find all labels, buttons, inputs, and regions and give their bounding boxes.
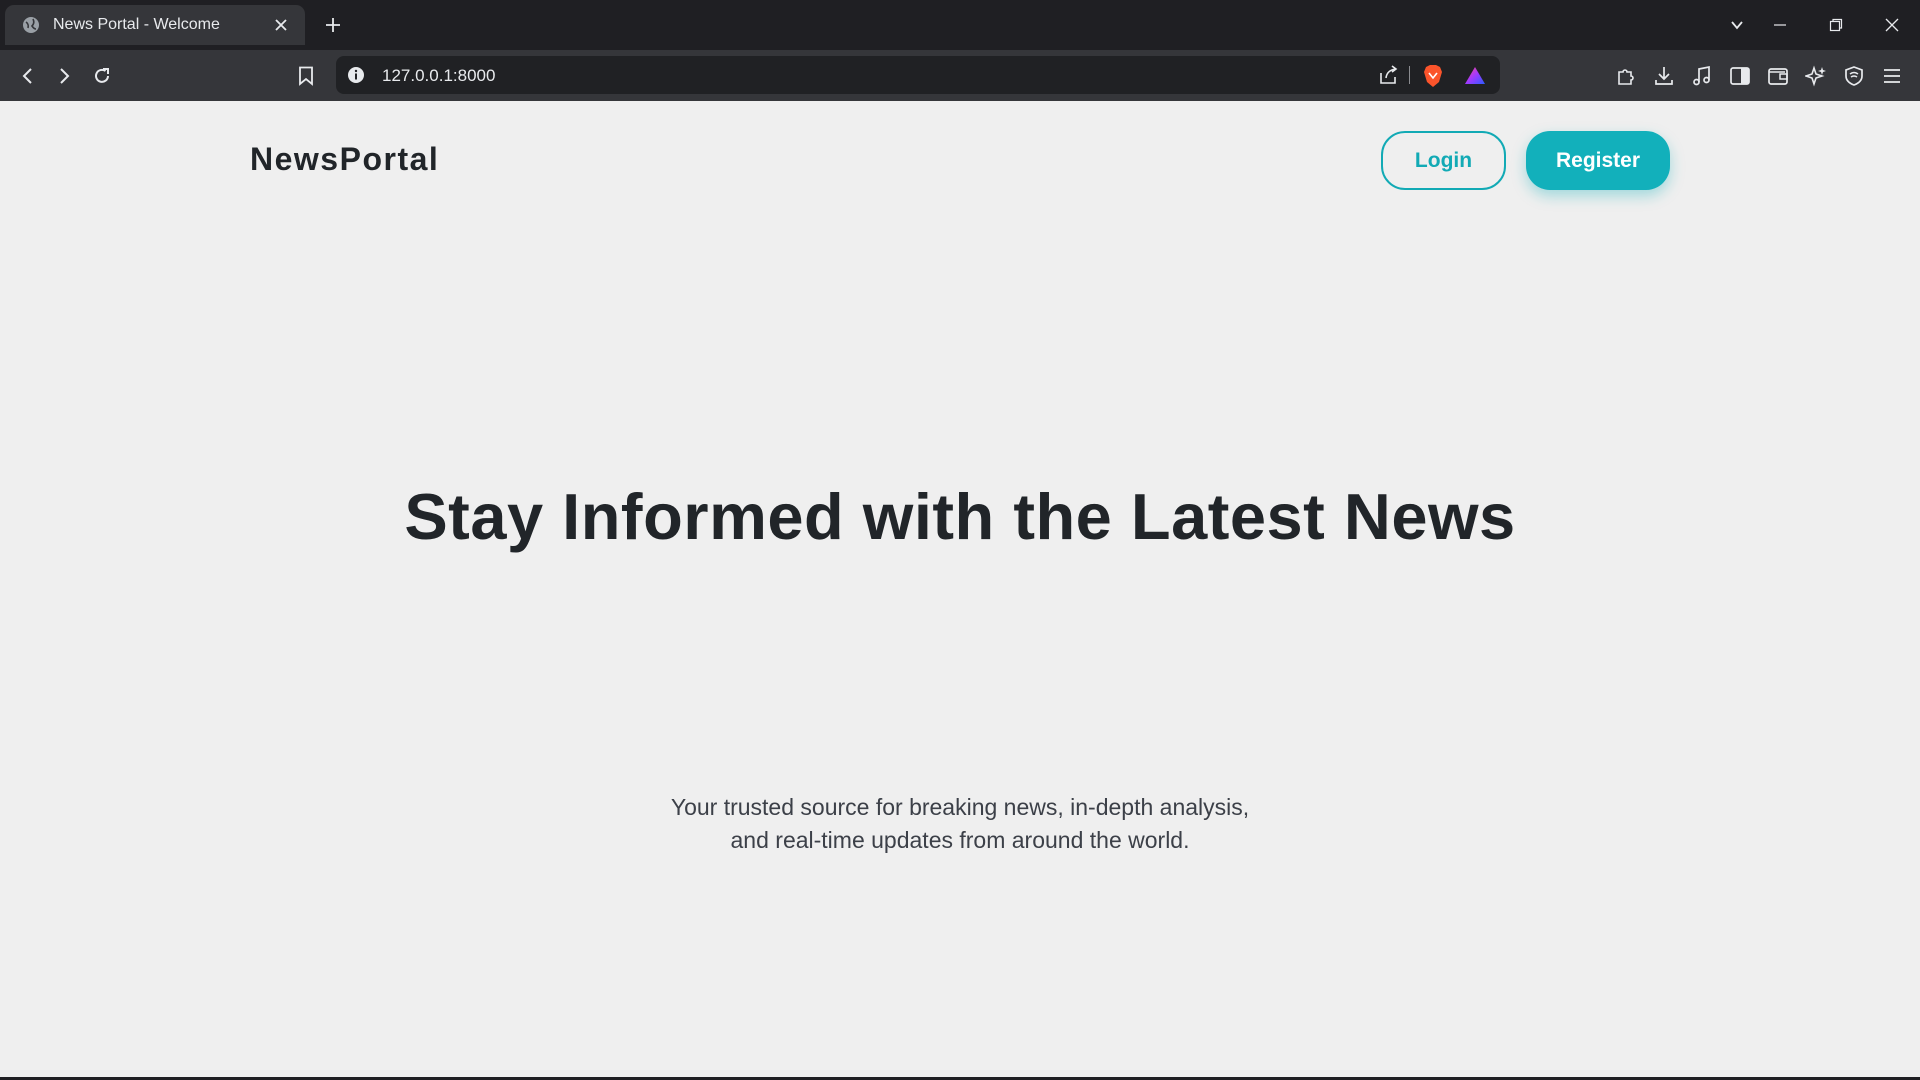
brave-lion-icon[interactable] bbox=[1422, 64, 1444, 88]
menu-icon[interactable] bbox=[1878, 62, 1906, 90]
rewards-triangle-icon[interactable] bbox=[1464, 65, 1486, 87]
tab-strip: News Portal - Welcome bbox=[0, 0, 1920, 50]
chevron-down-icon[interactable] bbox=[1724, 12, 1750, 38]
hero-subtitle-line2: and real-time updates from around the wo… bbox=[730, 827, 1190, 853]
info-icon[interactable] bbox=[346, 65, 366, 85]
download-icon[interactable] bbox=[1650, 62, 1678, 90]
close-icon[interactable] bbox=[269, 13, 293, 37]
globe-icon bbox=[21, 15, 41, 35]
back-arrow-icon[interactable] bbox=[14, 62, 42, 90]
hero-title: Stay Informed with the Latest News bbox=[404, 480, 1516, 553]
music-icon[interactable] bbox=[1688, 62, 1716, 90]
window-controls bbox=[1752, 0, 1920, 50]
vpn-shield-icon[interactable] bbox=[1840, 62, 1868, 90]
forward-arrow-icon[interactable] bbox=[50, 62, 78, 90]
leo-ai-icon[interactable] bbox=[1802, 62, 1830, 90]
login-button[interactable]: Login bbox=[1381, 131, 1506, 190]
browser-tab[interactable]: News Portal - Welcome bbox=[5, 5, 305, 45]
divider bbox=[1409, 66, 1410, 84]
browser-toolbar: 127.0.0.1:8000 bbox=[0, 50, 1920, 101]
register-button[interactable]: Register bbox=[1526, 131, 1670, 190]
restore-icon[interactable] bbox=[1808, 0, 1864, 50]
hero-subtitle: Your trusted source for breaking news, i… bbox=[0, 791, 1920, 857]
plus-icon[interactable] bbox=[320, 12, 346, 38]
minimize-icon[interactable] bbox=[1752, 0, 1808, 50]
extensions-area bbox=[1612, 62, 1906, 90]
sidebar-icon[interactable] bbox=[1726, 62, 1754, 90]
url-text[interactable]: 127.0.0.1:8000 bbox=[382, 66, 495, 86]
page-viewport: NewsPortal Login Register Stay Informed … bbox=[0, 101, 1920, 1077]
tab-title: News Portal - Welcome bbox=[53, 16, 220, 33]
puzzle-icon[interactable] bbox=[1612, 62, 1640, 90]
hero-subtitle-line1: Your trusted source for breaking news, i… bbox=[670, 794, 1250, 820]
wallet-icon[interactable] bbox=[1764, 62, 1792, 90]
site-logo[interactable]: NewsPortal bbox=[250, 141, 439, 178]
bookmark-icon[interactable] bbox=[292, 62, 320, 90]
address-bar[interactable]: 127.0.0.1:8000 bbox=[336, 56, 1500, 94]
share-icon[interactable] bbox=[1378, 64, 1400, 86]
window-close-icon[interactable] bbox=[1864, 0, 1920, 50]
reload-icon[interactable] bbox=[88, 62, 116, 90]
